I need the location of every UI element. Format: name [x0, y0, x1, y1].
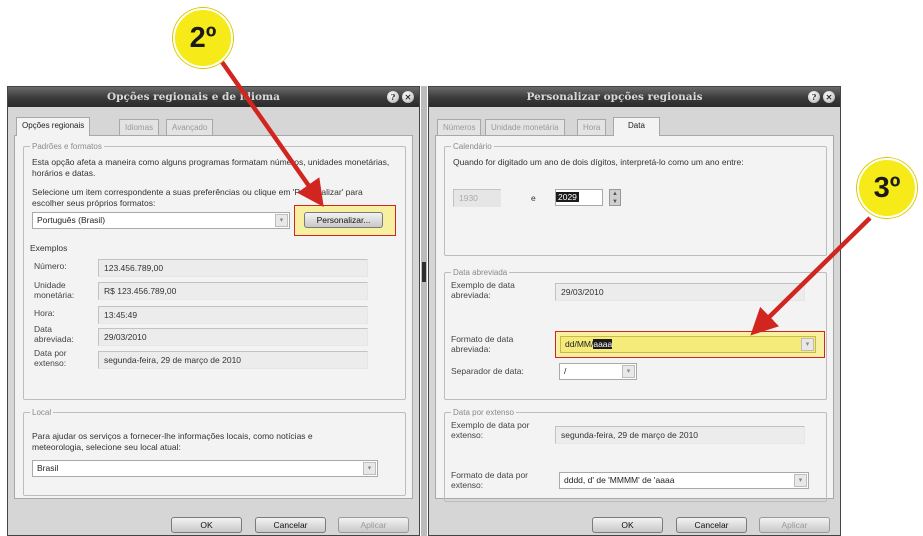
step-2-badge: 2º — [173, 8, 233, 68]
step-3-badge: 3º — [857, 158, 917, 218]
tab-regional-options[interactable]: Opções regionais — [16, 117, 91, 136]
tab-date[interactable]: Data — [613, 117, 660, 136]
arrow-step2 — [220, 60, 324, 208]
arrow-step3 — [750, 216, 872, 336]
annotation-arrows — [220, 60, 872, 336]
